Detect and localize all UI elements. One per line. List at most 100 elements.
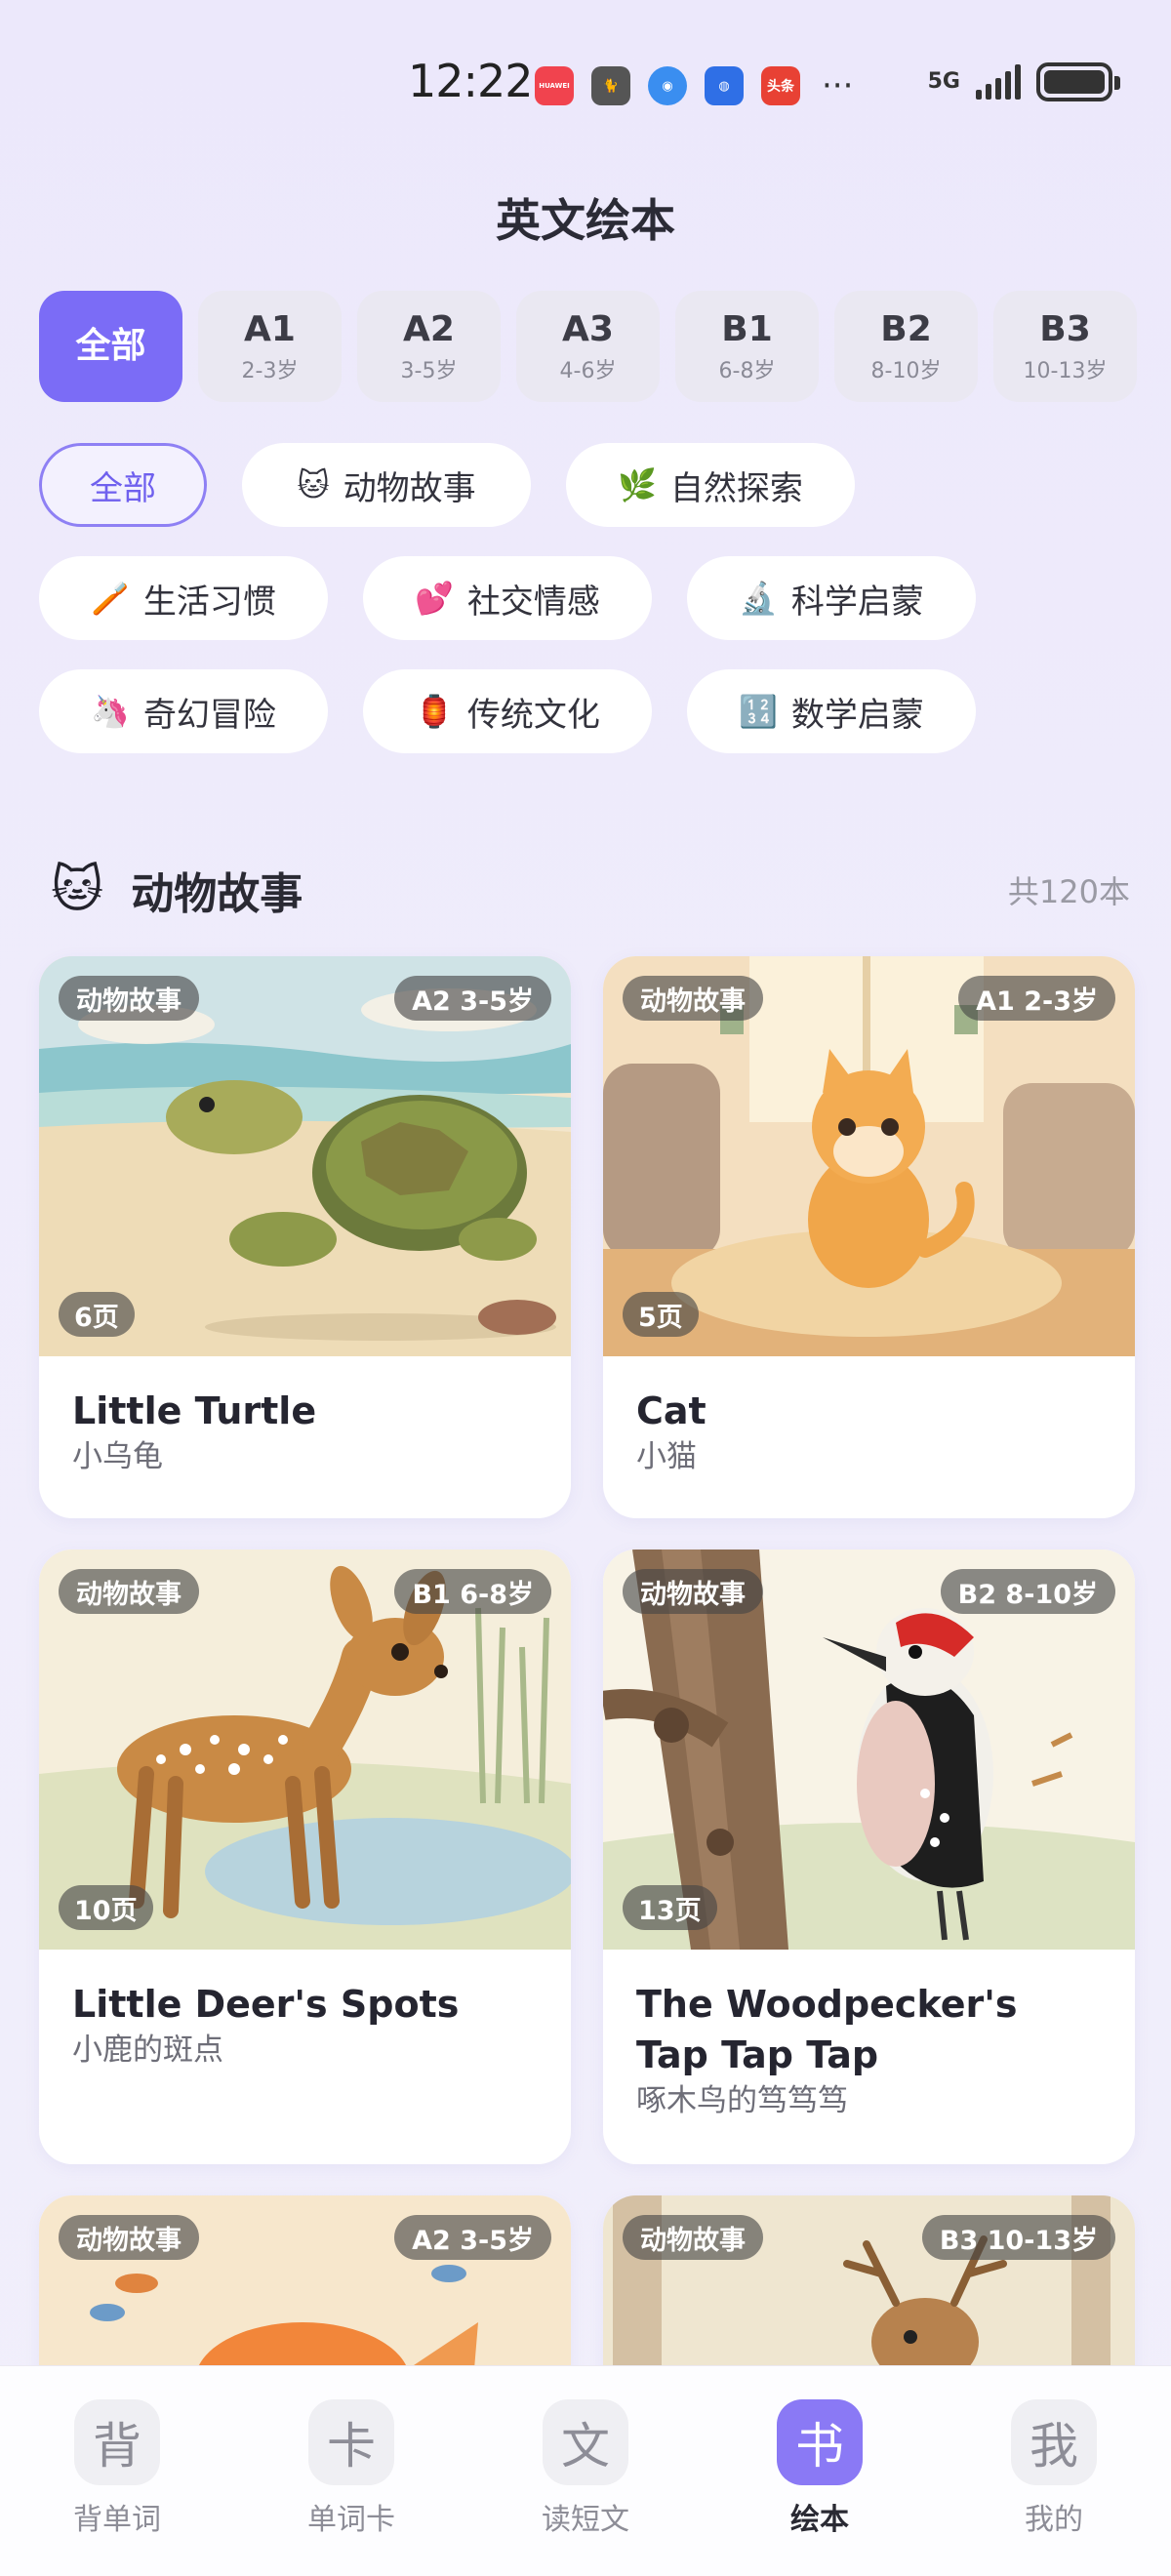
level-tab-b1[interactable]: B1 6-8岁 bbox=[675, 291, 819, 402]
signal-icon bbox=[976, 64, 1021, 100]
book-title-zh: 小乌龟 bbox=[72, 1439, 163, 1474]
reading-icon: 文 bbox=[543, 2399, 628, 2485]
status-bar: 12:22 HUAWEI 🐈 ◉ ◍ 头条 ··· 5G bbox=[0, 0, 1171, 172]
level-age: 4-6岁 bbox=[559, 359, 617, 383]
more-notifications-icon: ··· bbox=[822, 66, 854, 105]
chip-label: 传统文化 bbox=[466, 695, 600, 735]
category-chip-math[interactable]: 🔢 数学启蒙 bbox=[687, 669, 976, 753]
level-tab-a1[interactable]: A1 2-3岁 bbox=[198, 291, 342, 402]
page-count-tag: 13页 bbox=[623, 1885, 717, 1930]
level-label: A1 bbox=[244, 309, 296, 349]
section-header: 🐱 动物故事 共120本 bbox=[51, 859, 1130, 921]
category-chip-fantasy[interactable]: 🦄 奇幻冒险 bbox=[39, 669, 328, 753]
nav-item-profile[interactable]: 我 我的 bbox=[937, 2366, 1171, 2576]
chip-label: 数学启蒙 bbox=[790, 695, 924, 735]
level-age: 6-8岁 bbox=[718, 359, 776, 383]
toothbrush-icon: 🪥 bbox=[91, 580, 130, 617]
book-title-en: Little Deer's Spots bbox=[72, 1983, 460, 2026]
category-filters: 全部 🐱 动物故事 🌿 自然探索 🪥 生活习惯 💕 社交情感 🔬 科学启蒙 🦄 奇幻冒险 🏮… bbox=[39, 443, 1132, 783]
page-count-tag: 6页 bbox=[59, 1292, 135, 1337]
book-card[interactable]: 动物故事 B1 6-8岁 10页 Little Deer's Spots 小鹿的… bbox=[39, 1550, 571, 2164]
numbers-icon: 🔢 bbox=[739, 693, 778, 730]
level-tab-a3[interactable]: A3 4-6岁 bbox=[516, 291, 660, 402]
category-tag: 动物故事 bbox=[59, 976, 199, 1021]
book-title-zh: 啄木鸟的笃笃笃 bbox=[636, 2083, 848, 2118]
level-tag: B3 10-13岁 bbox=[921, 2215, 1115, 2260]
bottom-nav: 背 背单词 卡 单词卡 文 读短文 书 绘本 我 我的 bbox=[0, 2365, 1171, 2576]
profile-icon: 我 bbox=[1011, 2399, 1097, 2485]
browser-icon: ◉ bbox=[648, 66, 687, 105]
page-count-tag: 5页 bbox=[623, 1292, 699, 1337]
level-age: 8-10岁 bbox=[870, 359, 942, 383]
level-tab-b2[interactable]: B2 8-10岁 bbox=[834, 291, 978, 402]
nav-label: 单词卡 bbox=[307, 2503, 395, 2537]
book-cover: 动物故事 B1 6-8岁 10页 bbox=[39, 1550, 571, 1950]
level-age: 10-13岁 bbox=[1023, 359, 1108, 383]
category-tag: 动物故事 bbox=[623, 2215, 763, 2260]
chip-label: 社交情感 bbox=[466, 582, 600, 622]
level-tab-b3[interactable]: B3 10-13岁 bbox=[993, 291, 1137, 402]
level-age: 2-3岁 bbox=[241, 359, 299, 383]
level-label: B1 bbox=[721, 309, 773, 349]
nav-item-picture-books[interactable]: 书 绘本 bbox=[703, 2366, 937, 2576]
category-chip-culture[interactable]: 🏮 传统文化 bbox=[363, 669, 652, 753]
cat-face-icon: 🐱 bbox=[297, 466, 330, 503]
book-cover: 动物故事 A1 2-3岁 5页 bbox=[603, 956, 1135, 1356]
category-chip-social[interactable]: 💕 社交情感 bbox=[363, 556, 652, 640]
book-title-zh: 小猫 bbox=[636, 1439, 697, 1474]
book-title-zh: 小鹿的斑点 bbox=[72, 2033, 223, 2068]
level-tab-a2[interactable]: A2 3-5岁 bbox=[357, 291, 501, 402]
status-system-icons: 5G bbox=[927, 62, 1120, 101]
category-chip-nature[interactable]: 🌿 自然探索 bbox=[566, 443, 855, 527]
level-tag: A2 3-5岁 bbox=[394, 2215, 551, 2260]
toutiao-icon: 头条 bbox=[761, 66, 800, 105]
nav-item-reading[interactable]: 文 读短文 bbox=[468, 2366, 703, 2576]
chip-label: 生活习惯 bbox=[142, 582, 276, 622]
category-tag: 动物故事 bbox=[59, 2215, 199, 2260]
chip-label: 科学启蒙 bbox=[790, 582, 924, 622]
level-tag: A2 3-5岁 bbox=[394, 976, 551, 1021]
level-label: 全部 bbox=[75, 326, 146, 366]
lantern-icon: 🏮 bbox=[415, 693, 454, 730]
category-chip-animal-stories[interactable]: 🐱 动物故事 bbox=[242, 443, 531, 527]
nav-label: 读短文 bbox=[542, 2503, 629, 2537]
book-title-en: Little Turtle bbox=[72, 1389, 317, 1432]
category-tag: 动物故事 bbox=[59, 1569, 199, 1614]
network-label: 5G bbox=[927, 69, 960, 94]
book-cover: 动物故事 A2 3-5岁 6页 bbox=[39, 956, 571, 1356]
category-chip-habits[interactable]: 🪥 生活习惯 bbox=[39, 556, 328, 640]
unicorn-icon: 🦄 bbox=[91, 693, 130, 730]
level-tab-all[interactable]: 全部 bbox=[39, 291, 182, 402]
nav-label: 我的 bbox=[1025, 2503, 1083, 2537]
level-label: A3 bbox=[562, 309, 614, 349]
level-tabs: 全部 A1 2-3岁 A2 3-5岁 A3 4-6岁 B1 6-8岁 B2 8-10岁 B… bbox=[39, 291, 1137, 402]
level-age: 3-5岁 bbox=[400, 359, 458, 383]
cat-app-icon: 🐈 bbox=[591, 66, 630, 105]
herb-icon: 🌿 bbox=[618, 466, 657, 503]
section-title: 动物故事 bbox=[131, 869, 303, 919]
book-card[interactable]: 动物故事 A1 2-3岁 5页 Cat 小猫 bbox=[603, 956, 1135, 1518]
memorize-icon: 背 bbox=[74, 2399, 160, 2485]
nav-label: 背单词 bbox=[73, 2503, 161, 2537]
nav-label: 绘本 bbox=[790, 2503, 849, 2537]
chip-label: 奇幻冒险 bbox=[142, 695, 276, 735]
battery-icon bbox=[1036, 62, 1120, 101]
category-chip-science[interactable]: 🔬 科学启蒙 bbox=[687, 556, 976, 640]
level-label: B2 bbox=[880, 309, 932, 349]
level-label: B3 bbox=[1039, 309, 1091, 349]
level-tag: A1 2-3岁 bbox=[958, 976, 1115, 1021]
status-time: 12:22 bbox=[408, 55, 534, 107]
book-card[interactable]: 动物故事 A2 3-5岁 6页 Little Turtle 小乌龟 bbox=[39, 956, 571, 1518]
huawei-store-icon: HUAWEI bbox=[535, 66, 574, 105]
level-label: A2 bbox=[403, 309, 455, 349]
book-title-en: Cat bbox=[636, 1389, 707, 1432]
book-card[interactable]: 动物故事 B2 8-10岁 13页 The Woodpecker's Tap T… bbox=[603, 1550, 1135, 2164]
chip-label: 全部 bbox=[90, 468, 156, 508]
chip-label: 自然探索 bbox=[669, 468, 803, 508]
nav-item-memorize[interactable]: 背 背单词 bbox=[0, 2366, 234, 2576]
category-chip-all[interactable]: 全部 bbox=[39, 443, 207, 527]
nav-item-flashcards[interactable]: 卡 单词卡 bbox=[234, 2366, 468, 2576]
book-title-en: The Woodpecker's Tap Tap Tap bbox=[636, 1983, 1018, 2076]
book-cover: 动物故事 B2 8-10岁 13页 bbox=[603, 1550, 1135, 1950]
microscope-icon: 🔬 bbox=[739, 580, 778, 617]
